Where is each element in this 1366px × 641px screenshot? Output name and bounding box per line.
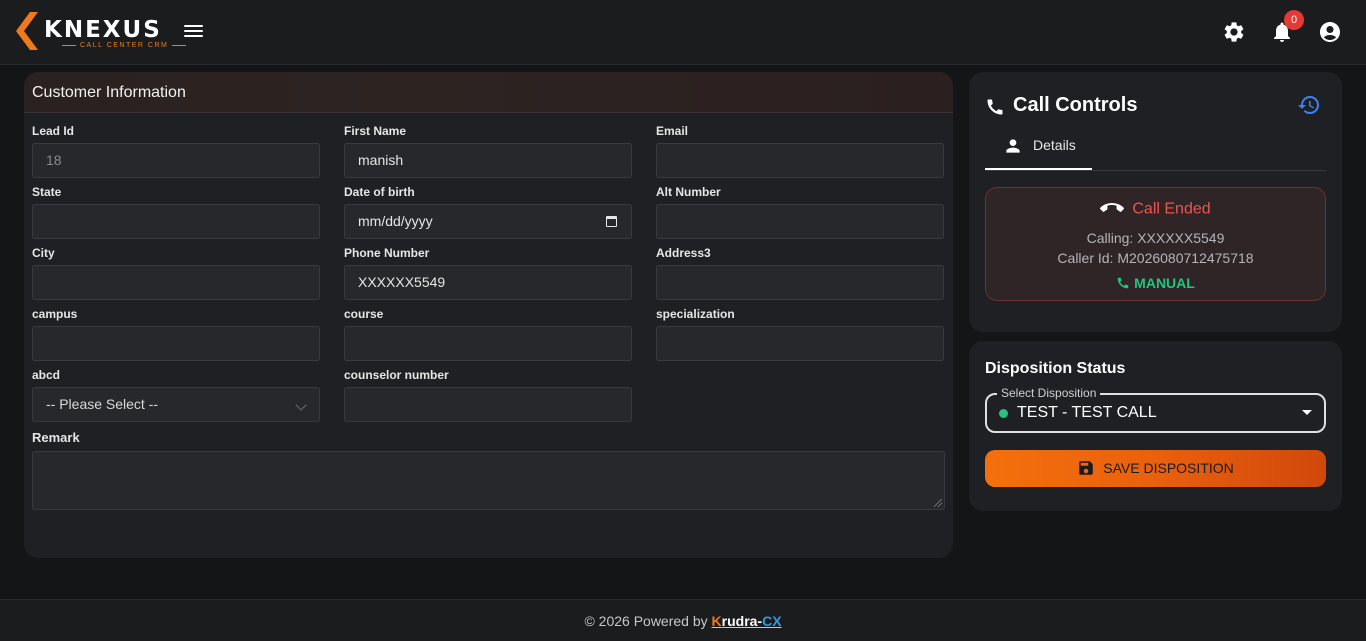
abcd-label: abcd [32, 368, 61, 382]
disposition-card: Disposition Status Select Disposition TE… [969, 341, 1342, 511]
top-bar: KNEXUS CALL CENTER CRM 0 [0, 0, 1366, 65]
call-controls-card: Call Controls Details Call Ended Calling… [969, 72, 1342, 332]
customer-information-title: Customer Information [24, 72, 953, 113]
resize-grip-icon[interactable] [934, 499, 942, 507]
email-field[interactable] [656, 143, 944, 178]
city-label: City [32, 246, 55, 260]
brand-tagline: CALL CENTER CRM [58, 42, 190, 49]
disposition-selected-value: TEST - TEST CALL [1017, 404, 1157, 421]
alt-number-label: Alt Number [656, 185, 721, 199]
alt-number-field[interactable] [656, 204, 944, 239]
course-label: course [344, 307, 384, 321]
address3-label: Address3 [656, 246, 711, 260]
save-disposition-label: SAVE DISPOSITION [1103, 460, 1234, 476]
disposition-title: Disposition Status [985, 360, 1126, 377]
krudra-cx-link[interactable]: Krudra-CX [712, 613, 782, 629]
footer: © 2026 Powered by Krudra-CX [0, 599, 1366, 641]
email-label: Email [656, 124, 689, 138]
phone-icon [987, 99, 1003, 115]
status-dot-icon [999, 409, 1008, 418]
course-field[interactable] [344, 326, 632, 361]
campus-label: campus [32, 307, 78, 321]
first-name-field[interactable]: manish [344, 143, 632, 178]
brand-cx: CX [762, 613, 782, 629]
abcd-select[interactable]: -- Please Select -- [32, 387, 320, 422]
call-mode: MANUAL [986, 275, 1325, 291]
brand-rudra: rudra- [721, 613, 763, 629]
account-circle-icon[interactable] [1318, 20, 1342, 44]
abcd-selected-value: -- Please Select -- [46, 396, 159, 412]
chevron-down-icon [295, 399, 307, 411]
hamburger-menu-icon[interactable] [184, 22, 204, 42]
state-label: State [32, 185, 62, 199]
phone-number-field[interactable]: XXXXXX5549 [344, 265, 632, 300]
city-field[interactable] [32, 265, 320, 300]
tab-divider [985, 170, 1326, 171]
call-mode-text: MANUAL [1134, 275, 1195, 291]
footer-text: © 2026 Powered by [584, 613, 708, 629]
counselor-number-label: counselor number [344, 368, 449, 382]
state-field[interactable] [32, 204, 320, 239]
save-disposition-button[interactable]: SAVE DISPOSITION [985, 450, 1326, 487]
caret-down-icon [1302, 410, 1312, 415]
remark-label: Remark [32, 430, 80, 445]
history-icon[interactable] [1297, 93, 1321, 117]
phone-number-label: Phone Number [344, 246, 430, 260]
dob-field[interactable]: mm/dd/yyyy [344, 204, 632, 239]
first-name-label: First Name [344, 124, 407, 138]
calendar-icon[interactable] [606, 216, 617, 227]
specialization-label: specialization [656, 307, 735, 321]
brand-k: K [711, 613, 722, 629]
specialization-field[interactable] [656, 326, 944, 361]
lead-id-label: Lead Id [32, 124, 75, 138]
tab-details[interactable]: Details [985, 130, 1092, 170]
lead-id-field[interactable]: 18 [32, 143, 320, 178]
address3-field[interactable] [656, 265, 944, 300]
dob-placeholder: mm/dd/yyyy [358, 213, 433, 229]
call-status-panel: Call Ended Calling: XXXXXX5549 Caller Id… [985, 187, 1326, 301]
call-status: Call Ended [986, 199, 1325, 220]
phone-icon [1117, 277, 1129, 289]
logo-chevron-icon [16, 12, 38, 50]
notification-count-badge: 0 [1284, 10, 1304, 30]
brand-logo[interactable]: KNEXUS CALL CENTER CRM [14, 12, 167, 52]
call-controls-title: Call Controls [1013, 94, 1138, 116]
call-status-text: Call Ended [1132, 200, 1211, 218]
disposition-select[interactable]: Select Disposition TEST - TEST CALL [985, 387, 1326, 433]
notifications-button[interactable]: 0 [1270, 10, 1304, 44]
caller-id: Caller Id: M2026080712475718 [1057, 250, 1254, 266]
campus-field[interactable] [32, 326, 320, 361]
gear-icon[interactable] [1222, 20, 1246, 44]
counselor-number-field[interactable] [344, 387, 632, 422]
remark-textarea[interactable] [32, 451, 945, 510]
brand-name: KNEXUS [44, 17, 162, 43]
person-icon [1006, 139, 1020, 153]
call-end-icon [1100, 203, 1125, 212]
floppy-disk-icon [1079, 461, 1094, 475]
disposition-select-label: Select Disposition [997, 387, 1101, 399]
dob-label: Date of birth [344, 185, 415, 199]
customer-information-card: Customer Information Lead Id 18 First Na… [24, 72, 953, 558]
tab-details-label: Details [1033, 137, 1076, 153]
calling-number: Calling: XXXXXX5549 [1086, 230, 1225, 246]
